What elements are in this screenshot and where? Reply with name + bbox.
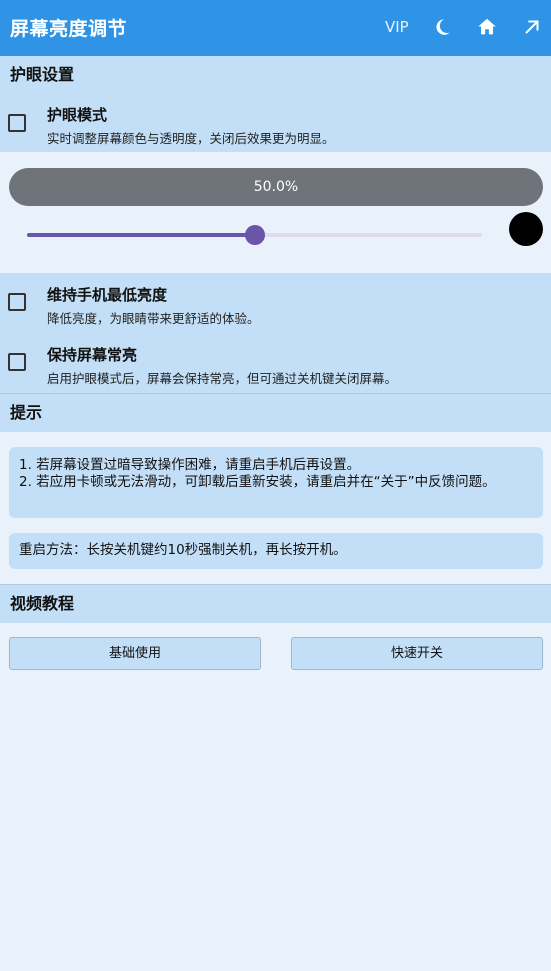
filter-color-picker[interactable] (509, 212, 543, 246)
min-brightness-desc: 降低亮度，为眼睛带来更舒适的体验。 (47, 311, 260, 326)
moon-icon[interactable] (431, 16, 453, 38)
eye-mode-row[interactable]: 护眼模式 实时调整屏幕颜色与透明度，关闭后效果更为明显。 (0, 94, 551, 152)
eye-protection-header: 护眼设置 (0, 56, 551, 94)
restart-method: 重启方法：长按关机键约10秒强制关机，再长按开机。 (19, 542, 347, 558)
tip-line-2: 2. 若应用卡顿或无法滑动，可卸载后重新安装，请重启并在“关于”中反馈问题。 (19, 474, 496, 490)
quick-switch-button[interactable]: 快速开关 (291, 637, 543, 670)
app-bar: 屏幕亮度调节 VIP (0, 0, 551, 56)
extra-options: 维持手机最低亮度 降低亮度，为眼睛带来更舒适的体验。 保持屏幕常亮 启用护眼模式… (0, 273, 551, 393)
eye-mode-desc: 实时调整屏幕颜色与透明度，关闭后效果更为明显。 (47, 131, 335, 146)
basic-usage-button[interactable]: 基础使用 (9, 637, 261, 670)
vip-button[interactable]: VIP (385, 18, 409, 36)
keep-screen-on-title: 保持屏幕常亮 (47, 346, 138, 364)
eye-mode-title: 护眼模式 (47, 106, 108, 124)
brightness-slider-thumb[interactable] (244, 225, 265, 245)
tip-line-1: 1. 若屏幕设置过暗导致操作困难，请重启手机后再设置。 (19, 457, 361, 473)
tips-card: 1. 若屏幕设置过暗导致操作困难，请重启手机后再设置。 2. 若应用卡顿或无法滑… (9, 447, 543, 518)
video-tutorial-header: 视频教程 (0, 585, 551, 623)
brightness-percent-pill[interactable]: 50.0% (9, 168, 543, 206)
restart-card: 重启方法：长按关机键约10秒强制关机，再长按开机。 (9, 533, 543, 569)
arrow-up-right-icon[interactable] (521, 16, 543, 38)
min-brightness-title: 维持手机最低亮度 (47, 286, 168, 304)
keep-screen-on-checkbox[interactable] (8, 353, 26, 371)
min-brightness-checkbox[interactable] (8, 293, 26, 311)
eye-mode-checkbox[interactable] (8, 114, 26, 132)
app-title: 屏幕亮度调节 (10, 18, 128, 40)
keep-screen-on-desc: 启用护眼模式后，屏幕会保持常亮，但可通过关机键关闭屏幕。 (47, 371, 398, 386)
home-icon[interactable] (476, 16, 498, 38)
brightness-slider-fill (27, 233, 255, 237)
tips-header: 提示 (0, 394, 551, 432)
